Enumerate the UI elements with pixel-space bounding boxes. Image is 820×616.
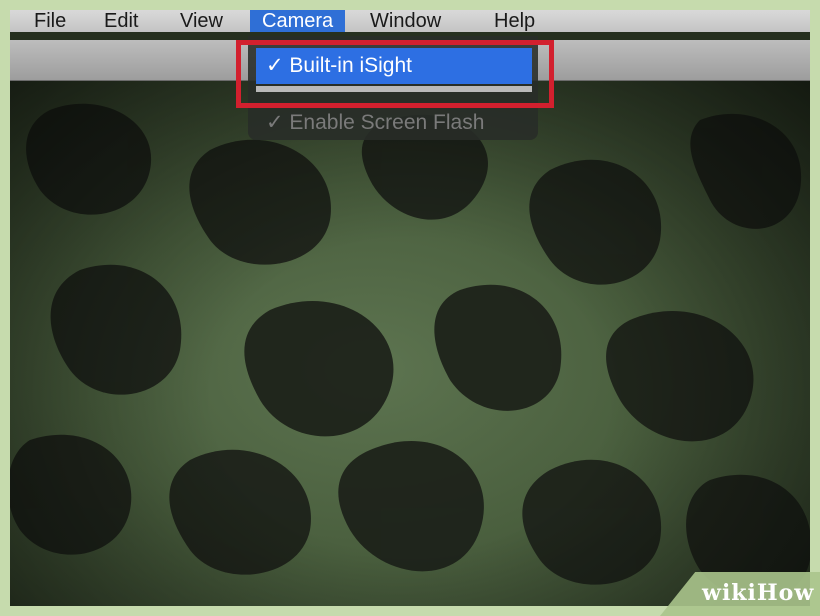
- vignette-overlay: [10, 80, 810, 606]
- camera-preview: [10, 80, 810, 606]
- menu-window[interactable]: Window: [358, 10, 453, 32]
- app-screen: File Edit View Camera Window Help ✓ Buil…: [10, 10, 810, 606]
- menu-help[interactable]: Help: [482, 10, 547, 32]
- menu-camera[interactable]: Camera: [250, 10, 346, 32]
- menu-item-enable-screen-flash[interactable]: ✓ Enable Screen Flash: [256, 108, 532, 138]
- annotation-highlight-box: [236, 40, 554, 108]
- image-frame: File Edit View Camera Window Help ✓ Buil…: [0, 0, 820, 616]
- watermark-text: wikiHow: [702, 580, 815, 606]
- menu-bar: File Edit View Camera Window Help: [10, 10, 810, 32]
- menu-edit[interactable]: Edit: [92, 10, 150, 32]
- menu-view[interactable]: View: [168, 10, 235, 32]
- menu-file[interactable]: File: [22, 10, 78, 32]
